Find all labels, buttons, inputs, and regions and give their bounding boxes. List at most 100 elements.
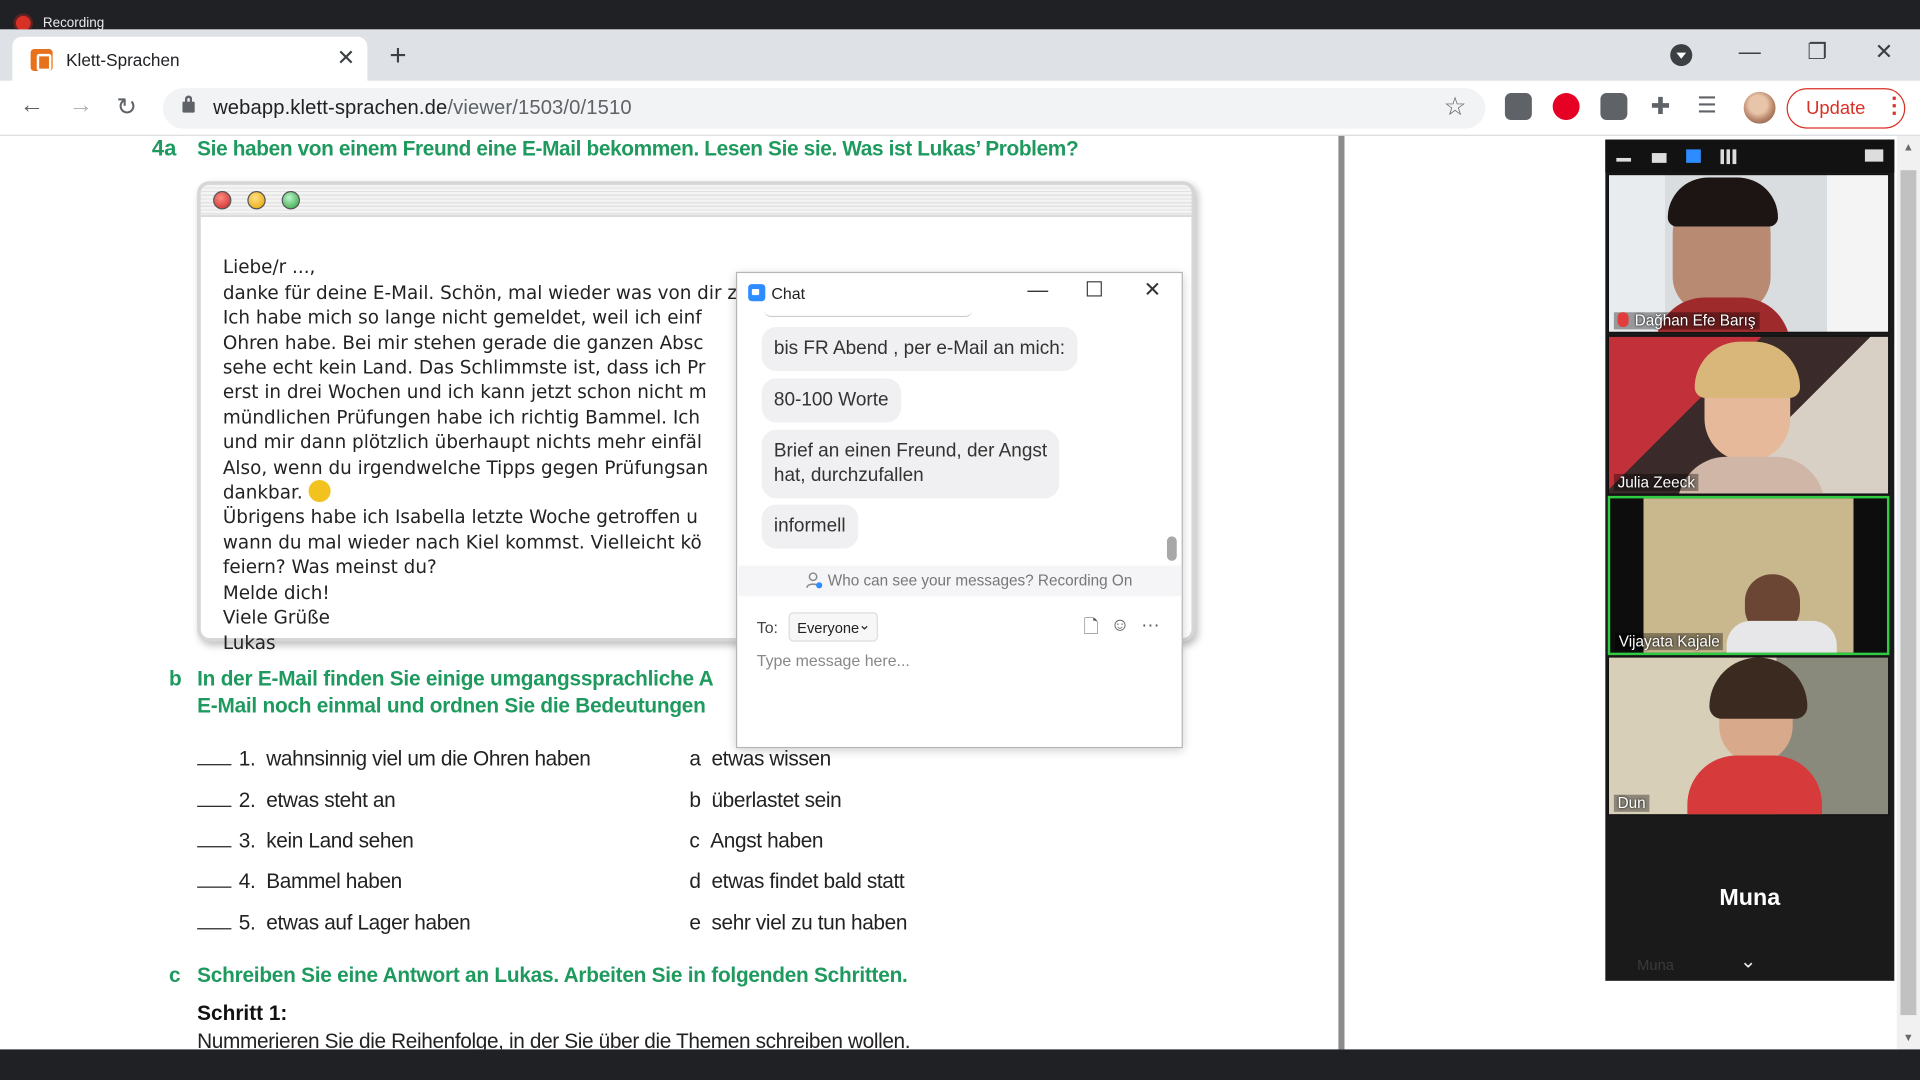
match-right-item: e sehr viel zu tun haben (689, 911, 908, 935)
zoom-logo-icon (748, 284, 766, 302)
participant-name: Julia Zeeck (1613, 473, 1699, 492)
restore-icon[interactable]: ❐ (1807, 39, 1827, 65)
participant-name: Dağhan Efe Barış (1613, 312, 1760, 330)
tab-search-icon[interactable] (1670, 44, 1693, 67)
match-left-item: 4. Bammel haben (197, 869, 402, 893)
more-options-icon[interactable]: ··· (1141, 615, 1159, 636)
reload-icon[interactable]: ↻ (116, 92, 137, 123)
video-off-participant-name[interactable]: Muna (1605, 885, 1894, 912)
exercise-c-instruction: Schreiben Sie eine Antwort an Lukas. Arb… (197, 963, 908, 987)
chat-scrollbar[interactable] (1166, 536, 1177, 561)
strip-view-icon[interactable] (1686, 149, 1701, 163)
match-left-item: 3. kein Land sehen (197, 829, 414, 853)
match-right-item: b überlastet sein (689, 788, 842, 812)
privacy-text: Who can see your messages? Recording On (827, 571, 1133, 589)
exercise-b-label: b (168, 667, 182, 691)
back-icon[interactable]: ← (20, 92, 44, 120)
minimize-icon[interactable]: — (1739, 39, 1761, 65)
tab-title: Klett-Sprachen (66, 50, 180, 70)
participant-tile[interactable]: Dağhan Efe Barış (1607, 173, 1890, 334)
participant-tile[interactable]: Vijayata Kajale (1607, 495, 1890, 656)
chat-message: 80-100 Worte (761, 378, 901, 423)
recipient-select[interactable]: Everyone ⌄ (788, 612, 878, 642)
forward-icon[interactable]: → (69, 92, 93, 120)
chat-title: Chat (771, 284, 806, 303)
scroll-down-icon[interactable]: ▼ (1903, 1031, 1914, 1043)
chevron-down-icon: ⌄ (858, 615, 871, 634)
exercise-4a-number: 4a (151, 135, 177, 161)
zoom-chat-window[interactable]: Chat — ☐ ✕ bis FR Abend , per e-Mail an … (735, 271, 1183, 749)
speaker-view-icon[interactable] (1651, 153, 1667, 163)
previous-bubble-edge (764, 310, 973, 318)
chat-message-input[interactable]: Type message here... (757, 651, 910, 669)
match-right-item: d etwas findet bald statt (689, 869, 905, 893)
gallery-view-icon[interactable] (1720, 149, 1737, 165)
recording-strip: Recording (0, 0, 1920, 31)
page-scrollbar[interactable]: ▲ ▼ (1896, 135, 1920, 1050)
bookmark-star-icon[interactable]: ☆ (1444, 92, 1467, 123)
zoom-dot-icon (281, 191, 301, 210)
tab-close-icon[interactable]: ✕ (337, 45, 355, 71)
privacy-bar[interactable]: Who can see your messages? Recording On (738, 565, 1182, 597)
emoji-icon[interactable]: ☺ (1111, 615, 1130, 636)
extension-1-icon[interactable] (1504, 93, 1532, 121)
match-left-item: 5. etwas auf Lager haben (197, 911, 471, 935)
profile-avatar[interactable] (1743, 91, 1776, 124)
extensions-puzzle-icon[interactable]: ✚ (1651, 93, 1670, 121)
minimize-dot-icon (247, 191, 266, 210)
exercise-b-line2: E-Mail noch einmal und ordnen Sie die Be… (197, 694, 706, 718)
to-label: To: (756, 618, 778, 637)
browser-tab[interactable]: Klett-Sprachen ✕ (12, 36, 368, 81)
participant-name: Dun (1613, 794, 1650, 812)
new-tab-icon[interactable]: + (389, 39, 406, 73)
match-left-item: 2. etwas steht an (197, 789, 396, 813)
url-text: webapp.klett-sprachen.de/viewer/1503/0/1… (213, 96, 632, 119)
gallery-expand-chevron-icon[interactable]: ⌄ (1740, 949, 1756, 973)
participants-privacy-icon (806, 572, 823, 589)
chat-maximize-icon[interactable]: ☐ (1085, 278, 1104, 302)
participant-tile[interactable]: Julia Zeeck (1607, 335, 1890, 495)
close-dot-icon (213, 191, 232, 210)
smiley-icon (308, 480, 331, 503)
schritt-instruction: Nummerieren Sie die Reihenfolge, in der … (197, 1029, 911, 1050)
extension-2-icon[interactable] (1600, 93, 1628, 121)
close-window-icon[interactable]: ✕ (1875, 39, 1893, 65)
address-bar[interactable]: webapp.klett-sprachen.de/viewer/1503/0/1… (162, 88, 1486, 129)
chat-message: Brief an einen Freund, der Angst hat, du… (761, 429, 1060, 499)
chat-close-icon[interactable]: ✕ (1144, 278, 1161, 302)
exercise-b-line1: In der E-Mail finden Sie einige umgangss… (197, 667, 714, 691)
gallery-toolbar (1605, 139, 1895, 173)
match-left-item: 1. wahnsinnig viel um die Ohren haben (197, 747, 591, 771)
minimize-video-icon[interactable] (1616, 157, 1632, 162)
exercise-4a-instruction: Sie haben von einem Freund eine E-Mail b… (197, 137, 1079, 161)
chat-message: bis FR Abend , per e-Mail an mich: (761, 326, 1078, 372)
media-control-icon[interactable]: ☰ (1697, 93, 1717, 119)
scroll-up-icon[interactable]: ▲ (1903, 141, 1914, 153)
browser-toolbar: ← → ↻ webapp.klett-sprachen.de/viewer/15… (0, 80, 1920, 136)
lock-icon (182, 95, 195, 113)
participant-name: Vijayata Kajale (1615, 633, 1724, 651)
menu-kebab-icon: ⋮ (1883, 93, 1906, 118)
schritt-title: Schritt 1: (197, 1001, 288, 1025)
update-button[interactable]: Update ⋮ (1786, 88, 1906, 129)
match-right-item: a etwas wissen (689, 746, 831, 771)
tab-bar: Klett-Sprachen ✕ + — ❐ ✕ (0, 29, 1920, 81)
klett-favicon-icon (30, 48, 53, 72)
participant-tile[interactable]: Dun (1607, 656, 1890, 816)
pinterest-icon[interactable] (1552, 93, 1580, 121)
scroll-thumb[interactable] (1900, 170, 1917, 1016)
zoom-gallery: Dağhan Efe Barış Julia Zeeck Vijayata Ka… (1605, 139, 1895, 981)
email-titlebar (200, 184, 1192, 217)
exit-fullscreen-icon[interactable] (1864, 149, 1884, 162)
match-right-item: c Angst haben (689, 828, 824, 853)
email-body: Liebe/r ..., danke für deine E-Mail. Sch… (222, 256, 814, 654)
video-off-participant-label: Muna (1637, 956, 1674, 974)
screen: Recording Klett-Sprachen ✕ + — ❐ ✕ ← → ↻… (0, 0, 1920, 1080)
file-icon[interactable]: 🗋 (1084, 615, 1099, 646)
muted-mic-icon (1617, 312, 1629, 327)
chat-message: informell (761, 504, 858, 549)
chat-minimize-icon[interactable]: — (1027, 278, 1048, 302)
exercise-c-label: c (168, 963, 181, 987)
taskbar-strip (0, 1049, 1920, 1080)
viewer-divider (1338, 135, 1345, 1050)
